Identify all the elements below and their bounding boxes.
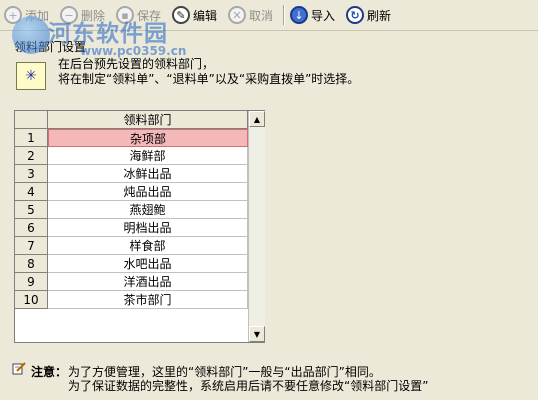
info-text: 在后台预先设置的领料部门， 将在制定“领料单”、“退料单”以及“采购直拨单”时选…: [58, 57, 359, 87]
scroll-down-icon[interactable]: ▼: [249, 326, 265, 342]
dept-cell[interactable]: 燕翅鲍: [48, 201, 248, 219]
refresh-icon: ↻: [346, 6, 364, 24]
import-button[interactable]: ↓ 导入: [290, 4, 335, 26]
scroll-up-icon[interactable]: ▲: [249, 111, 265, 127]
delete-button[interactable]: − 删除: [60, 4, 105, 26]
cancel-label: 取消: [249, 8, 274, 23]
note-label: 注意：: [31, 365, 68, 379]
row-number: 10: [15, 291, 48, 309]
grid-header: 领料部门: [15, 111, 248, 129]
column-header-dept[interactable]: 领料部门: [48, 111, 248, 129]
save-label: 保存: [137, 8, 162, 23]
section-title: 领料部门设置: [14, 40, 87, 54]
row-number: 2: [15, 147, 48, 165]
save-icon: ▪: [116, 6, 134, 24]
cancel-icon: ✕: [228, 6, 246, 24]
dept-cell[interactable]: 洋酒出品: [48, 273, 248, 291]
row-number-header: [15, 111, 48, 129]
dept-cell[interactable]: 样食部: [48, 237, 248, 255]
toolbar: + 添加 − 删除 ▪ 保存 ✎ 编辑 ✕ 取消 ↓ 导入 ↻ 刷新: [0, 0, 538, 31]
row-number: 1: [15, 129, 48, 147]
table-row[interactable]: 3 冰鲜出品: [15, 165, 248, 183]
row-number: 6: [15, 219, 48, 237]
row-number: 7: [15, 237, 48, 255]
import-label: 导入: [311, 8, 336, 23]
toolbar-separator: [283, 5, 285, 25]
department-grid: 领料部门 1 杂项部 2 海鲜部 3 冰鲜出品 4 炖品出品 5 燕翅鲍 6 明…: [14, 110, 265, 343]
dept-cell[interactable]: 明档出品: [48, 219, 248, 237]
row-number: 9: [15, 273, 48, 291]
info-line-2: 将在制定“领料单”、“退料单”以及“采购直拨单”时选择。: [58, 72, 360, 86]
table-row[interactable]: 1 杂项部: [15, 129, 248, 147]
edit-button[interactable]: ✎ 编辑: [172, 4, 217, 26]
table-row[interactable]: 10 茶市部门: [15, 291, 248, 309]
scroll-track[interactable]: [249, 127, 265, 326]
info-icon: ✳: [16, 62, 46, 90]
table-row[interactable]: 7 样食部: [15, 237, 248, 255]
cancel-button[interactable]: ✕ 取消: [228, 4, 273, 26]
save-button[interactable]: ▪ 保存: [116, 4, 161, 26]
row-number: 3: [15, 165, 48, 183]
table-row[interactable]: 2 海鲜部: [15, 147, 248, 165]
table-row[interactable]: 4 炖品出品: [15, 183, 248, 201]
delete-icon: −: [60, 6, 78, 24]
add-label: 添加: [25, 8, 50, 23]
row-number: 8: [15, 255, 48, 273]
vertical-scrollbar[interactable]: ▲ ▼: [248, 111, 265, 342]
info-line-1: 在后台预先设置的领料部门，: [58, 57, 215, 71]
edit-label: 编辑: [193, 8, 218, 23]
table-row[interactable]: 8 水吧出品: [15, 255, 248, 273]
note-pencil-icon: [12, 362, 26, 375]
table-row[interactable]: 6 明档出品: [15, 219, 248, 237]
note-line-2: 为了保证数据的完整性，系统启用后请不要任意修改“领料部门设置”: [68, 379, 429, 393]
table-row[interactable]: 9 洋酒出品: [15, 273, 248, 291]
row-number: 4: [15, 183, 48, 201]
refresh-label: 刷新: [367, 8, 392, 23]
dept-cell[interactable]: 冰鲜出品: [48, 165, 248, 183]
dept-cell[interactable]: 水吧出品: [48, 255, 248, 273]
dept-cell[interactable]: 杂项部: [48, 129, 248, 147]
dept-cell[interactable]: 茶市部门: [48, 291, 248, 309]
dept-cell[interactable]: 海鲜部: [48, 147, 248, 165]
add-button[interactable]: + 添加: [4, 4, 49, 26]
watermark-url: www.pc0359.cn: [80, 44, 187, 58]
refresh-button[interactable]: ↻ 刷新: [346, 4, 391, 26]
table-row[interactable]: 5 燕翅鲍: [15, 201, 248, 219]
edit-icon: ✎: [172, 6, 190, 24]
import-icon: ↓: [290, 6, 308, 24]
dept-cell[interactable]: 炖品出品: [48, 183, 248, 201]
delete-label: 删除: [81, 8, 106, 23]
row-number: 5: [15, 201, 48, 219]
add-icon: +: [4, 6, 22, 24]
